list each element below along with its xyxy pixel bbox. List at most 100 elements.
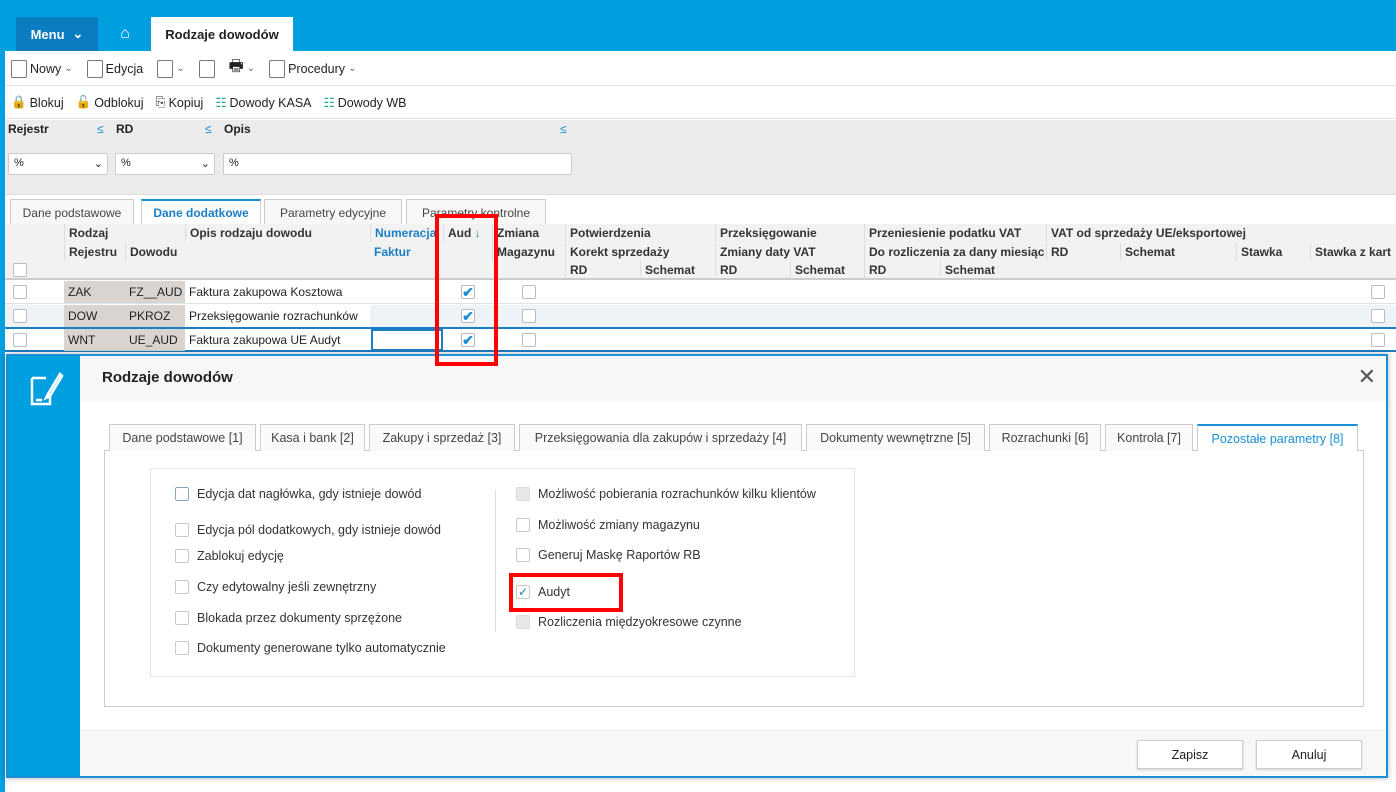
gear-document-icon [269,59,286,78]
table-row[interactable]: ZAK FZ__AUD Faktura zakupowa Kosztowa ✔ [5,281,1396,304]
copy-button[interactable]: ⎘ Kopiuj [156,95,204,110]
print-button[interactable]: 🖶 ⌄ [229,55,256,82]
magazyn-checkbox[interactable] [522,333,536,347]
grid-tab-dane-dodatkowe[interactable]: Dane dodatkowe [141,199,261,225]
dialog-tab-2[interactable]: Kasa i bank [2] [260,424,365,451]
option-label: Edycja pól dodatkowych, gdy istnieje dow… [197,523,441,537]
rd-select[interactable]: % ⌄ [115,153,215,175]
search-button[interactable]: ⌄ [157,59,185,78]
option-label: Rozliczenia międzyokresowe czynne [538,615,742,629]
table-row[interactable]: DOW PKROZ Przeksięgowanie rozrachunków ✔ [5,305,1396,328]
option-generowane-automatycznie[interactable]: Dokumenty generowane tylko automatycznie [175,641,446,655]
filter-icon[interactable]: ≤ [97,122,104,136]
numeracja-editor[interactable] [371,329,443,351]
select-all-checkbox[interactable] [13,263,27,277]
option-blokada-sprzezone[interactable]: Blokada przez dokumenty sprzężone [175,611,402,625]
col-rd[interactable]: RD [715,261,737,279]
col-vat-ue: VAT od sprzedaży UE/eksportowej [1046,224,1246,242]
divider [495,490,496,632]
checkbox[interactable] [175,549,189,563]
stawka-checkbox[interactable] [1371,309,1385,323]
edit-label: Edycja [105,61,144,76]
option-edytowalny-zewnetrzny[interactable]: Czy edytowalny jeśli zewnętrzny [175,580,376,594]
rejestr-value: % [14,157,24,169]
table-row-selected[interactable]: WNT UE_AUD Faktura zakupowa UE Audyt ✔ [5,327,1396,352]
grid-tab-parametry-edycyjne[interactable]: Parametry edycyjne [264,199,402,225]
dialog-tab-4[interactable]: Przeksięgowania dla zakupów i sprzedaży … [519,424,802,451]
col-stawka-z-kart[interactable]: Stawka z kart [1310,243,1391,261]
option-edycja-dat[interactable]: Edycja dat nagłówka, gdy istnieje dowód [175,487,421,501]
new-button[interactable]: Nowy ⌄ [11,59,73,78]
edit-button[interactable]: Edycja [86,59,144,78]
col-stawka[interactable]: Stawka [1236,243,1282,261]
dialog-tab-1[interactable]: Dane podstawowe [1] [109,424,256,451]
dialog-tab-3[interactable]: Zakupy i sprzedaż [3] [369,424,515,451]
col-schemat[interactable]: Schemat [640,261,695,279]
add-list-icon: ☷ [215,96,227,110]
dialog-tab-7[interactable]: Kontrola [7] [1105,424,1193,451]
chevron-down-icon[interactable]: ⌄ [176,63,184,74]
checkbox[interactable] [175,641,189,655]
dialog-tab-6[interactable]: Rozrachunki [6] [989,424,1101,451]
option-maska-raportow[interactable]: Generuj Maskę Raportów RB [516,548,701,562]
magazyn-checkbox[interactable] [522,285,536,299]
col-schemat[interactable]: Schemat [940,261,995,279]
col-rd[interactable]: RD [565,261,587,279]
home-icon[interactable]: ⌂ [110,17,140,51]
row-checkbox[interactable] [13,285,27,299]
filter-icon[interactable]: ≤ [560,122,567,136]
option-zmiana-magazynu[interactable]: Możliwość zmiany magazynu [516,518,700,532]
checkbox[interactable] [516,548,530,562]
cancel-button[interactable]: Anuluj [1256,740,1362,769]
col-numeracja[interactable]: Numeracja [370,224,436,242]
stawka-checkbox[interactable] [1371,333,1385,347]
magazyn-checkbox[interactable] [522,309,536,323]
dialog-tab-8[interactable]: Pozostałe parametry [8] [1197,424,1358,451]
col-opis[interactable]: Opis rodzaju dowodu [185,224,312,242]
stawka-checkbox[interactable] [1371,285,1385,299]
procedures-button[interactable]: Procedury ⌄ [269,59,357,78]
save-button[interactable]: Zapisz [1137,740,1243,769]
menu-label: Menu [30,26,65,42]
cell-rejestr: WNT [64,329,125,351]
rejestr-select[interactable]: % ⌄ [8,153,108,175]
chevron-down-icon[interactable]: ⌄ [64,63,72,74]
checkbox[interactable] [175,487,189,501]
option-zablokuj-edycje[interactable]: Zablokuj edycję [175,549,284,563]
page-tab[interactable]: Rodzaje dowodów [151,17,293,51]
checkbox[interactable] [175,523,189,537]
filter-icon[interactable]: ≤ [205,122,212,136]
col-rd[interactable]: RD [864,261,886,279]
menu-button[interactable]: Menu ⌄ [16,17,98,51]
rd-value: % [121,157,131,169]
col-rd[interactable]: RD [1046,243,1068,261]
checkbox[interactable] [175,580,189,594]
unlock-button[interactable]: 🔓 Odblokuj [76,95,144,110]
delete-button[interactable] [198,59,215,78]
checkbox[interactable] [516,518,530,532]
opis-input[interactable]: % [223,153,572,175]
cell-opis: Faktura zakupowa Kosztowa [189,285,343,299]
cell-dowod: PKROZ [125,305,185,327]
col-schemat[interactable]: Schemat [1120,243,1175,261]
col-rejestru[interactable]: Rejestru [64,243,117,261]
kasa-button[interactable]: ☷ Dowody KASA [215,95,311,111]
option-edycja-pol[interactable]: Edycja pól dodatkowych, gdy istnieje dow… [175,523,441,537]
option-label: Dokumenty generowane tylko automatycznie [197,641,446,655]
col-schemat[interactable]: Schemat [790,261,845,279]
wb-button[interactable]: ☷ Dowody WB [324,95,407,111]
chevron-down-icon: ⌄ [348,63,357,74]
grid-tab-dane-podstawowe[interactable]: Dane podstawowe [10,199,134,225]
checkbox[interactable] [175,611,189,625]
col-do-rozliczenia: Do rozliczenia za dany miesiąc [864,243,1046,261]
dialog-tab-5[interactable]: Dokumenty wewnętrzne [5] [806,424,985,451]
col-korekt: Korekt sprzedaży [565,243,669,261]
row-checkbox[interactable] [13,309,27,323]
row-checkbox[interactable] [13,333,27,347]
close-icon[interactable]: ✕ [1358,364,1376,390]
col-dowodu[interactable]: Dowodu [125,243,177,261]
col-zmiany-daty: Zmiany daty VAT [715,243,816,261]
chevron-down-icon[interactable]: ⌄ [247,63,255,74]
col-zmiana[interactable]: Zmiana [492,224,539,242]
lock-button[interactable]: 🔒 Blokuj [11,95,64,110]
